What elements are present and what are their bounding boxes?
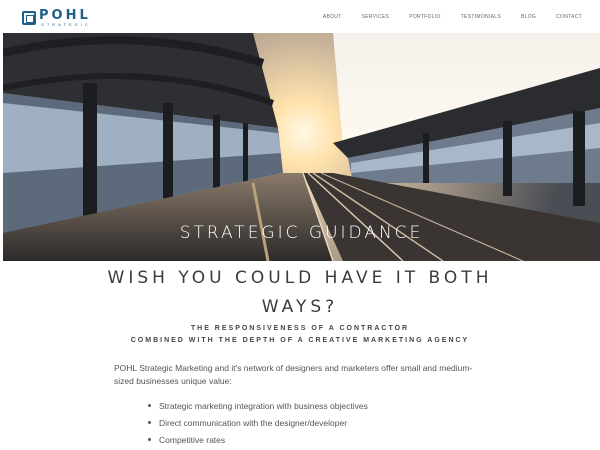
subheading-line1: THE RESPONSIVENESS OF A CONTRACTOR: [190, 325, 410, 332]
nav-about[interactable]: ABOUT: [323, 14, 342, 20]
nav-blog[interactable]: BLOG: [521, 14, 536, 20]
subheading-line2: COMBINED WITH THE DEPTH OF A CREATIVE MA…: [130, 337, 470, 344]
hero-banner: STRATEGIC GUIDANCE: [3, 33, 600, 261]
nav-testimonials[interactable]: TESTIMONIALS: [461, 14, 501, 20]
logo-icon: [22, 11, 36, 25]
list-item: Strategic marketing integration with bus…: [148, 397, 368, 414]
page-headline: WISH YOU COULD HAVE IT BOTH WAYS?: [107, 268, 493, 317]
hero-caption: STRATEGIC GUIDANCE: [179, 223, 424, 243]
main-nav: ABOUT SERVICES PORTFOLIO TESTIMONIALS BL…: [303, 14, 582, 20]
nav-services[interactable]: SERVICES: [362, 14, 390, 20]
intro-paragraph: POHL Strategic Marketing and it's networ…: [114, 363, 473, 386]
list-item: Direct communication with the designer/d…: [148, 414, 368, 431]
logo-name: POHL: [39, 8, 91, 23]
site-header: POHL STRATEGIC ABOUT SERVICES PORTFOLIO …: [0, 0, 600, 33]
bullet-icon: [148, 438, 151, 441]
bullet-icon: [148, 421, 151, 424]
list-item: Competitive rates: [148, 431, 368, 448]
nav-portfolio[interactable]: PORTFOLIO: [409, 14, 441, 20]
bullet-icon: [148, 404, 151, 407]
value-list: Strategic marketing integration with bus…: [148, 397, 368, 448]
nav-contact[interactable]: CONTACT: [556, 14, 582, 20]
logo-tagline: STRATEGIC: [41, 22, 91, 27]
logo[interactable]: POHL STRATEGIC: [22, 8, 91, 27]
